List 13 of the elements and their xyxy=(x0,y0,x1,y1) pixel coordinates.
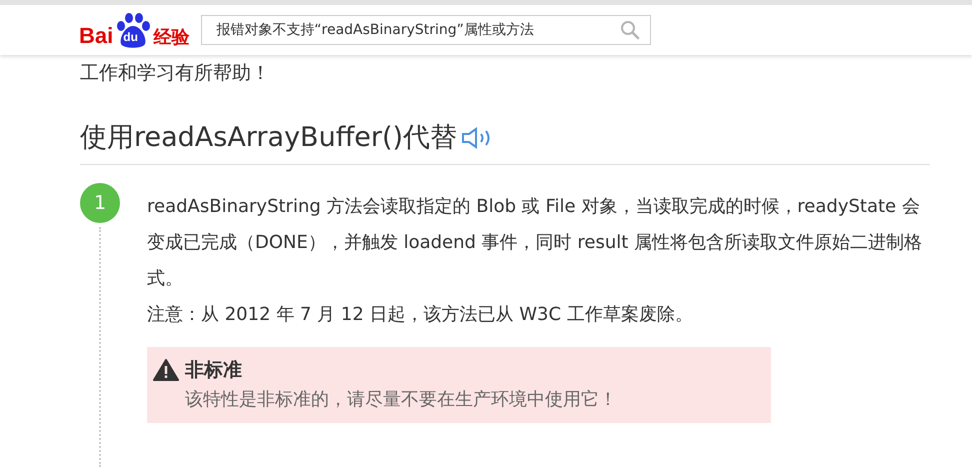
logo-text: du xyxy=(123,31,138,43)
logo-text: Bai xyxy=(79,25,114,47)
search-field[interactable]: 报错对象不支持“readAsBinaryString”属性或方法 xyxy=(201,15,652,45)
warning-icon xyxy=(153,359,179,381)
search-icon[interactable] xyxy=(620,20,640,40)
body-text: readAsBinaryString 方法会读取指定的 Blob 或 File 对象，当读取完成的时候，readyState 会变成已完成（DONE），并触发 loadend 事件，同时 result 属性将包含所读取文件原始二进制格式。 xyxy=(147,195,924,291)
body-text: 工作和学习有所帮助！ xyxy=(80,61,271,86)
warning-title: 非标准 xyxy=(185,358,242,383)
section-heading: 使用readAsArrayBuffer()代替 xyxy=(80,121,458,155)
step-number: 1 xyxy=(80,183,120,223)
body-text: 注意：从 2012 年 7 月 12 日起，该方法已从 W3C 工作草案废除。 xyxy=(147,303,694,327)
warning-text: 该特性是非标准的，请尽量不要在生产环境中使用它！ xyxy=(185,388,618,411)
logo-text: 经验 xyxy=(153,29,190,47)
